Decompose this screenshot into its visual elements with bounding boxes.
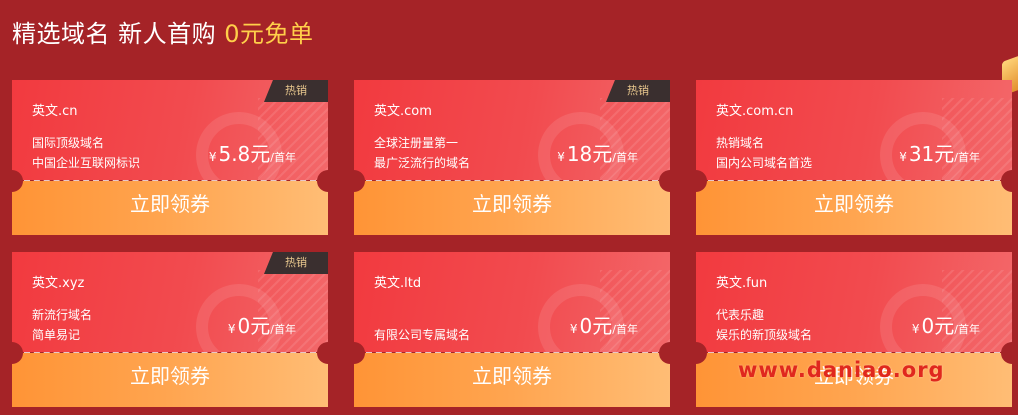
domain-coupon-card[interactable]: 热销 英文.xyz 新流行域名 简单易记 ¥0元/首年 立即领券 xyxy=(12,252,328,407)
domain-description: 全球注册量第一 xyxy=(374,136,459,150)
price: ¥0元/首年 xyxy=(228,310,296,339)
price: ¥5.8元/首年 xyxy=(209,138,296,167)
domain-name: 英文.cn xyxy=(32,104,78,119)
claim-coupon-button[interactable]: 立即领券 xyxy=(696,181,1012,235)
domain-coupon-card[interactable]: 英文.fun 代表乐趣 娱乐的新顶级域名 ¥0元/首年 立即领券 xyxy=(696,252,1012,407)
price-amount: 18元 xyxy=(566,142,613,166)
price-unit: /首年 xyxy=(270,151,296,164)
currency-symbol: ¥ xyxy=(899,150,907,164)
card-top: 热销 英文.com 全球注册量第一 最广泛流行的域名 ¥18元/首年 xyxy=(354,80,670,180)
price-unit: /首年 xyxy=(954,151,980,164)
price-amount: 0元 xyxy=(921,314,955,338)
domain-coupon-card[interactable]: 英文.ltd 有限公司专属域名 ¥0元/首年 立即领券 xyxy=(354,252,670,407)
domain-description: 代表乐趣 xyxy=(716,308,765,322)
card-top: 英文.fun 代表乐趣 娱乐的新顶级域名 ¥0元/首年 xyxy=(696,252,1012,352)
hot-sale-badge: 热销 xyxy=(264,80,328,102)
card-top: 英文.com.cn 热销域名 国内公司域名首选 ¥31元/首年 xyxy=(696,80,1012,180)
claim-coupon-button[interactable]: 立即领券 xyxy=(12,181,328,235)
domain-description: 简单易记 xyxy=(32,328,81,342)
hot-sale-badge: 热销 xyxy=(606,80,670,102)
domain-name: 英文.com xyxy=(374,104,432,119)
card-top: 热销 英文.cn 国际顶级域名 中国企业互联网标识 ¥5.8元/首年 xyxy=(12,80,328,180)
hot-sale-badge: 热销 xyxy=(264,252,328,274)
price: ¥31元/首年 xyxy=(899,138,980,167)
claim-coupon-button[interactable]: 立即领券 xyxy=(12,353,328,407)
domain-description: 娱乐的新顶级域名 xyxy=(716,328,813,342)
price-unit: /首年 xyxy=(270,323,296,336)
currency-symbol: ¥ xyxy=(569,322,578,336)
section-title-highlight: 0元免单 xyxy=(224,20,314,48)
card-top: 热销 英文.xyz 新流行域名 简单易记 ¥0元/首年 xyxy=(12,252,328,352)
price-amount: 0元 xyxy=(579,314,613,338)
domain-description: 热销域名 xyxy=(716,136,765,150)
domain-name: 英文.xyz xyxy=(32,276,85,291)
price-unit: /首年 xyxy=(612,323,638,336)
price: ¥0元/首年 xyxy=(570,310,638,339)
currency-symbol: ¥ xyxy=(911,322,920,336)
card-top: 英文.ltd 有限公司专属域名 ¥0元/首年 xyxy=(354,252,670,352)
currency-symbol: ¥ xyxy=(557,150,565,164)
domain-coupon-card[interactable]: 英文.com.cn 热销域名 国内公司域名首选 ¥31元/首年 立即领券 xyxy=(696,80,1012,235)
domain-name: 英文.ltd xyxy=(374,276,422,291)
price-unit: /首年 xyxy=(954,323,980,336)
domain-description: 国际顶级域名 xyxy=(32,136,105,150)
price: ¥0元/首年 xyxy=(912,310,980,339)
currency-symbol: ¥ xyxy=(208,150,217,164)
claim-coupon-button[interactable]: 立即领券 xyxy=(354,353,670,407)
section-title: 精选域名 新人首购 xyxy=(12,20,217,48)
section-heading: 精选域名 新人首购 0元免单 xyxy=(12,14,314,49)
currency-symbol: ¥ xyxy=(227,322,236,336)
claim-coupon-button[interactable]: 立即领券 xyxy=(354,181,670,235)
price-unit: /首年 xyxy=(612,151,638,164)
domain-description: 中国企业互联网标识 xyxy=(32,156,141,170)
price-amount: 31元 xyxy=(908,142,955,166)
domain-coupon-card[interactable]: 热销 英文.com 全球注册量第一 最广泛流行的域名 ¥18元/首年 立即领券 xyxy=(354,80,670,235)
domain-description: 有限公司专属域名 xyxy=(374,328,471,342)
price-amount: 5.8元 xyxy=(218,142,271,166)
domain-description: 新流行域名 xyxy=(32,308,93,322)
price: ¥18元/首年 xyxy=(557,138,638,167)
price-amount: 0元 xyxy=(237,314,271,338)
site-watermark: www.daniao.org xyxy=(738,358,945,382)
domain-description: 最广泛流行的域名 xyxy=(374,156,471,170)
domain-coupon-card[interactable]: 热销 英文.cn 国际顶级域名 中国企业互联网标识 ¥5.8元/首年 立即领券 xyxy=(12,80,328,235)
domain-name: 英文.fun xyxy=(716,276,768,291)
domain-name: 英文.com.cn xyxy=(716,104,794,119)
domain-description: 国内公司域名首选 xyxy=(716,156,813,170)
